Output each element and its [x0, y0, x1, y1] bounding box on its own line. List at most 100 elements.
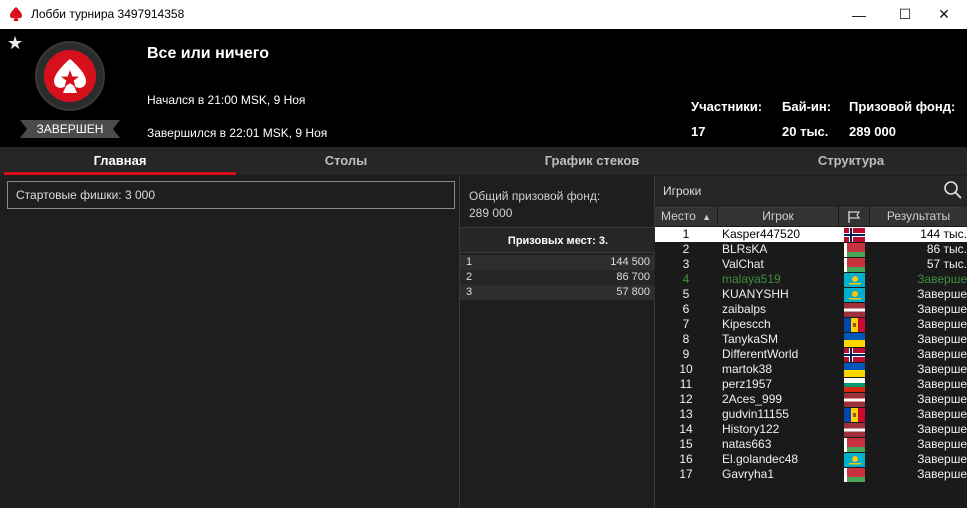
- player-name: DifferentWorld: [722, 347, 799, 361]
- player-place: 12: [679, 392, 693, 406]
- player-name: zaibalps: [722, 302, 767, 316]
- prize-row: 1 144 500: [460, 255, 656, 270]
- belarus-flag-icon: [844, 468, 865, 482]
- players-header: Игроки: [655, 176, 967, 205]
- player-result: Заверше: [917, 392, 967, 406]
- player-result: Заверше: [917, 437, 967, 451]
- spade-star-icon: [54, 59, 86, 93]
- player-name: ValChat: [722, 257, 764, 271]
- tournament-header: ★ ЗАВЕРШЕН Все или ничего Начался в 21:0…: [0, 29, 967, 147]
- norway-flag-icon: [844, 228, 865, 242]
- prize-place: 1: [466, 256, 473, 268]
- player-place: 13: [679, 407, 693, 421]
- tab-structure[interactable]: Структура: [740, 147, 962, 175]
- player-row[interactable]: 5 KUANYSHH Заверше: [655, 287, 967, 302]
- players-count-value: 17: [691, 124, 706, 139]
- prize-place: 3: [466, 286, 473, 298]
- player-row[interactable]: 1 Kasper447520 144 тыс.: [655, 227, 967, 242]
- player-row[interactable]: 11 perz1957 Заверше: [655, 377, 967, 392]
- player-row[interactable]: 17 Gavryha1 Заверше: [655, 467, 967, 482]
- player-place: 5: [682, 287, 690, 301]
- latvia-flag-icon: [844, 393, 865, 407]
- prize-panel: Общий призовой фонд: 289 000 Призовых ме…: [459, 176, 656, 508]
- player-result: Заверше: [917, 467, 967, 481]
- player-name: 2Aces_999: [722, 392, 783, 406]
- player-place: 4: [682, 272, 690, 286]
- tournament-name: Все или ничего: [147, 45, 269, 62]
- belarus-flag-icon: [844, 243, 865, 257]
- player-result: Заверше: [917, 302, 967, 316]
- player-place: 9: [682, 347, 690, 361]
- tab-main[interactable]: Главная: [4, 147, 236, 175]
- window-title: Лобби турнира 3497914358: [31, 7, 185, 21]
- bulgaria-flag-icon: [844, 378, 865, 392]
- col-player[interactable]: Игрок: [718, 206, 838, 226]
- player-row[interactable]: 7 Kipescch Заверше: [655, 317, 967, 332]
- prize-place: 2: [466, 271, 473, 283]
- end-time: Завершился в 22:01 MSK, 9 Ноя: [147, 126, 328, 140]
- player-result: 86 тыс.: [926, 242, 967, 256]
- player-place: 7: [682, 317, 690, 331]
- player-result: Заверше: [917, 332, 967, 346]
- player-result: 57 тыс.: [926, 257, 967, 271]
- tab-stack-chart[interactable]: График стеков: [480, 147, 704, 175]
- player-result: Заверше: [917, 407, 967, 421]
- player-name: Gavryha1: [722, 467, 775, 481]
- start-time: Начался в 21:00 MSK, 9 Ноя: [147, 93, 306, 107]
- player-name: Kipescch: [722, 317, 771, 331]
- player-place: 14: [679, 422, 693, 436]
- status-badge: ЗАВЕРШЕН: [20, 120, 120, 138]
- star-icon[interactable]: ★: [7, 33, 23, 54]
- player-result: Заверше: [917, 422, 967, 436]
- player-name: BLRsKA: [722, 242, 768, 256]
- player-place: 16: [679, 452, 693, 466]
- player-row[interactable]: 15 natas663 Заверше: [655, 437, 967, 452]
- starting-chips: Стартовые фишки: 3 000: [7, 181, 455, 209]
- player-row[interactable]: 2 BLRsKA 86 тыс.: [655, 242, 967, 257]
- player-name: KUANYSHH: [722, 287, 789, 301]
- minimize-button[interactable]: —: [836, 0, 882, 29]
- buyin-value: 20 тыс.: [782, 124, 829, 139]
- player-place: 2: [682, 242, 690, 256]
- player-place: 1: [682, 227, 690, 241]
- prize-amount: 57 800: [616, 286, 650, 298]
- player-row[interactable]: 3 ValChat 57 тыс.: [655, 257, 967, 272]
- buyin-label: Бай-ин:: [782, 99, 832, 114]
- player-row[interactable]: 14 History122 Заверше: [655, 422, 967, 437]
- tab-tables[interactable]: Столы: [236, 147, 456, 175]
- player-row[interactable]: 16 El.golandec48 Заверше: [655, 452, 967, 467]
- col-country[interactable]: [839, 206, 869, 226]
- ukraine-flag-icon: [844, 363, 865, 377]
- player-place: 10: [679, 362, 693, 376]
- player-result: Заверше: [917, 317, 967, 331]
- search-icon[interactable]: [943, 180, 963, 200]
- player-row[interactable]: 8 TanykaSM Заверше: [655, 332, 967, 347]
- kazakhstan-flag-icon: [844, 453, 865, 467]
- kazakhstan-flag-icon: [844, 288, 865, 302]
- moldova-flag-icon: [844, 408, 865, 422]
- player-row[interactable]: 9 DifferentWorld Заверше: [655, 347, 967, 362]
- prize-pool-label: Призовой фонд:: [849, 99, 956, 114]
- players-title: Игроки: [663, 184, 702, 198]
- col-place[interactable]: Место ▲: [655, 206, 717, 226]
- belarus-flag-icon: [844, 258, 865, 272]
- player-row[interactable]: 10 martok38 Заверше: [655, 362, 967, 377]
- prize-pool-value: 289 000: [849, 124, 896, 139]
- moldova-flag-icon: [844, 318, 865, 332]
- total-pool-label: Общий призовой фонд:: [469, 189, 601, 203]
- belarus-flag-icon: [844, 438, 865, 452]
- close-button[interactable]: ✕: [921, 0, 967, 29]
- kazakhstan-flag-icon: [844, 273, 865, 287]
- player-row[interactable]: 4 malaya519 Заверше: [655, 272, 967, 287]
- flag-icon: [848, 210, 861, 223]
- tab-bar: Главная Столы График стеков Структура: [0, 147, 967, 175]
- player-place: 3: [682, 257, 690, 271]
- prize-row: 2 86 700: [460, 270, 656, 285]
- player-row[interactable]: 12 2Aces_999 Заверше: [655, 392, 967, 407]
- player-result: Заверше: [917, 452, 967, 466]
- paid-places-header: Призовых мест: 3.: [460, 227, 656, 253]
- col-results[interactable]: Результаты: [870, 206, 967, 226]
- player-name: TanykaSM: [722, 332, 779, 346]
- player-row[interactable]: 6 zaibalps Заверше: [655, 302, 967, 317]
- player-row[interactable]: 13 gudvin11155 Заверше: [655, 407, 967, 422]
